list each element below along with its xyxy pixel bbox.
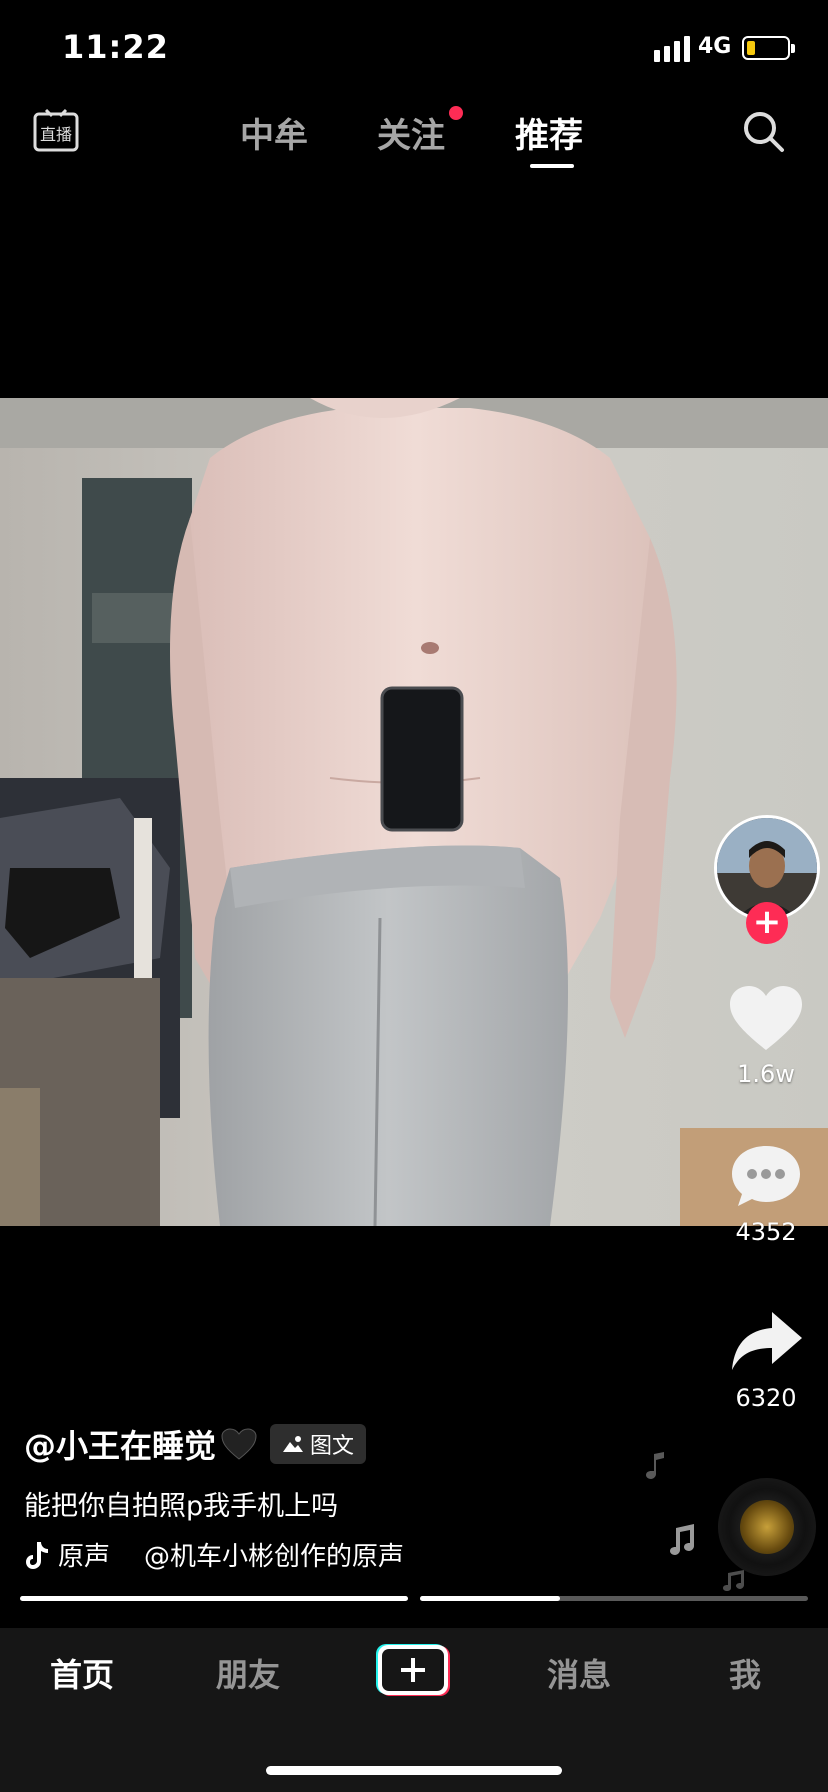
battery-icon	[742, 36, 795, 60]
slide-progress-1	[20, 1596, 408, 1601]
post-photo[interactable]	[0, 398, 828, 1226]
floating-note-icon	[646, 1452, 664, 1479]
comment-action[interactable]: 4352	[718, 1142, 814, 1246]
status-time: 11:22	[62, 28, 169, 66]
image-text-tag[interactable]: 图文	[270, 1424, 367, 1464]
tag-label: 图文	[310, 1434, 355, 1459]
notification-dot	[449, 106, 463, 120]
share-count: 6320	[735, 1384, 797, 1412]
music-disc[interactable]	[718, 1478, 816, 1576]
like-action[interactable]: 1.6w	[718, 984, 814, 1088]
nav-friends[interactable]: 朋友	[216, 1650, 280, 1696]
tab-local[interactable]: 中牟	[240, 108, 308, 157]
author-name[interactable]: @小王在睡觉	[24, 1421, 216, 1467]
tab-recommend[interactable]: 推荐	[515, 108, 583, 157]
tab-following[interactable]: 关注	[377, 108, 445, 157]
floating-note-icon	[670, 1524, 694, 1555]
active-tab-indicator	[530, 164, 574, 168]
home-indicator	[266, 1766, 562, 1775]
create-button[interactable]	[374, 1642, 454, 1698]
follow-button[interactable]: +	[746, 902, 788, 944]
like-count: 1.6w	[737, 1060, 795, 1088]
share-action[interactable]: 6320	[718, 1308, 814, 1412]
post-description: 能把你自拍照p我手机上吗	[24, 1491, 339, 1522]
slide-progress-2	[420, 1596, 808, 1601]
music-source: 原声	[58, 1542, 111, 1572]
black-heart-icon	[221, 1428, 257, 1460]
tiktok-note-icon	[26, 1541, 48, 1569]
heart-icon	[730, 986, 802, 1050]
top-tabs: 中牟 关注 推荐	[0, 108, 828, 168]
author-row: @小王在睡觉 图文	[24, 1421, 367, 1467]
share-icon	[732, 1312, 802, 1370]
nav-me[interactable]: 我	[729, 1650, 761, 1696]
comment-count: 4352	[735, 1218, 797, 1246]
bottom-nav: 首页 朋友 消息 我	[0, 1628, 828, 1792]
music-credit: @机车小彬创作的原声	[144, 1542, 405, 1572]
floating-note-icon	[723, 1570, 744, 1591]
cellular-signal-icon	[654, 36, 690, 62]
nav-home[interactable]: 首页	[50, 1650, 114, 1696]
network-type: 4G	[698, 34, 732, 59]
comment-icon	[732, 1146, 800, 1206]
nav-messages[interactable]: 消息	[547, 1650, 611, 1696]
status-bar: 11:22 4G	[0, 0, 828, 100]
music-row[interactable]: 原声 @机车小彬创作的原声	[24, 1536, 404, 1573]
image-icon	[283, 1436, 304, 1452]
search-icon[interactable]	[740, 108, 788, 156]
